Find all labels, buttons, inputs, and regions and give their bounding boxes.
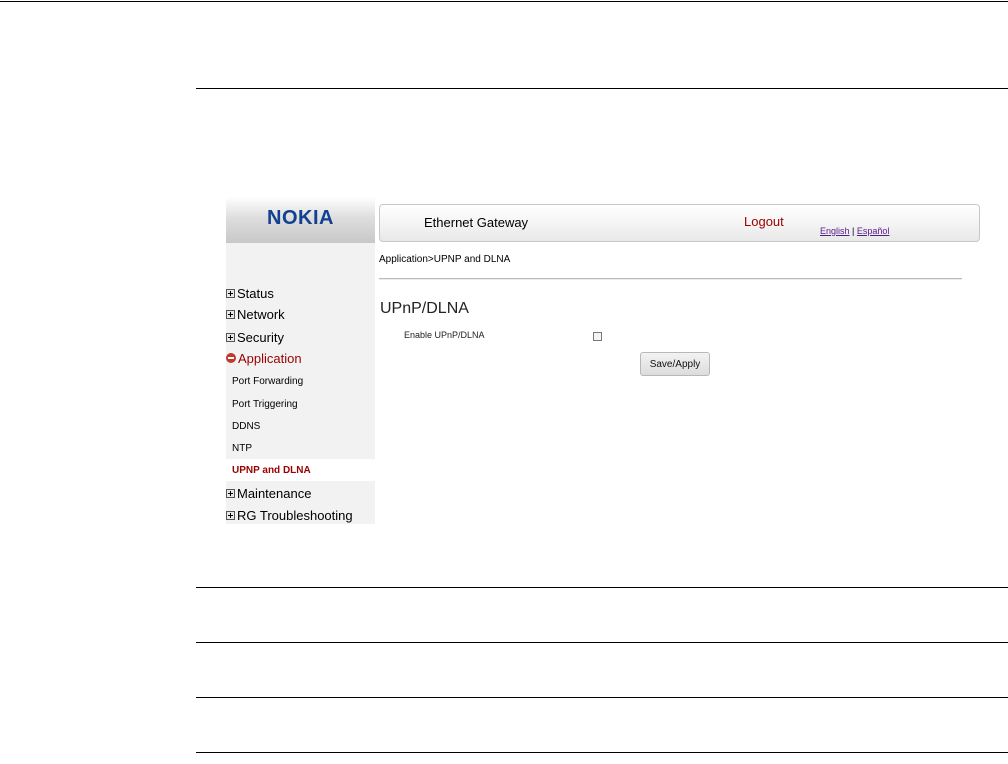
plus-icon (226, 288, 235, 298)
sidebar-item-status[interactable]: Status (226, 283, 375, 303)
divider (379, 278, 962, 280)
top-header: Ethernet Gateway Logout English | Españo… (379, 204, 980, 242)
gateway-screenshot: NOKIA Status Network Security Applicatio… (226, 197, 982, 524)
doc-rule (196, 752, 1008, 753)
language-switcher: English | Español (820, 226, 889, 236)
breadcrumb: Application>UPNP and DLNA (379, 254, 511, 265)
save-apply-button[interactable]: Save/Apply (640, 352, 710, 376)
page-top-rule (0, 1, 1008, 2)
doc-rule (196, 88, 1008, 89)
minus-icon (226, 353, 236, 363)
sidebar-item-application[interactable]: Application (226, 348, 375, 368)
lang-espanol-link[interactable]: Español (857, 226, 890, 236)
sidebar-item-network[interactable]: Network (226, 304, 375, 324)
plus-icon (226, 332, 235, 342)
sidebar-item-maintenance[interactable]: Maintenance (226, 483, 375, 503)
subitem-port-forwarding[interactable]: Port Forwarding (226, 370, 375, 392)
sidebar-item-label: Security (237, 329, 284, 345)
subitem-ntp[interactable]: NTP (226, 437, 375, 459)
sidebar-item-rg-troubleshooting[interactable]: RG Troubleshooting (226, 505, 375, 525)
header-title: Ethernet Gateway (424, 215, 529, 230)
nokia-logo: NOKIA (267, 207, 334, 229)
sidebar-item-label: Status (237, 285, 274, 301)
doc-rule (196, 587, 1008, 588)
logo-box: NOKIA (226, 197, 375, 243)
sidebar-item-label: Application (238, 350, 302, 366)
enable-upnp-checkbox[interactable] (593, 332, 602, 341)
doc-rule (196, 642, 1008, 643)
subitem-port-triggering[interactable]: Port Triggering (226, 393, 375, 415)
sidebar-item-label: Network (237, 306, 285, 322)
sidebar-item-security[interactable]: Security (226, 327, 375, 347)
lang-english-link[interactable]: English (820, 226, 850, 236)
subitem-upnp-dlna[interactable]: UPNP and DLNA (226, 459, 375, 481)
plus-icon (226, 309, 235, 319)
doc-rule (196, 697, 1008, 698)
lang-separator: | (852, 226, 855, 236)
logout-link[interactable]: Logout (744, 214, 784, 229)
plus-icon (226, 488, 235, 498)
plus-icon (226, 510, 235, 520)
section-title: UPnP/DLNA (380, 300, 469, 317)
sidebar-item-label: Maintenance (237, 485, 312, 501)
enable-upnp-label: Enable UPnP/DLNA (404, 330, 485, 340)
subitem-ddns[interactable]: DDNS (226, 415, 375, 437)
sidebar-item-label: RG Troubleshooting (237, 507, 353, 523)
